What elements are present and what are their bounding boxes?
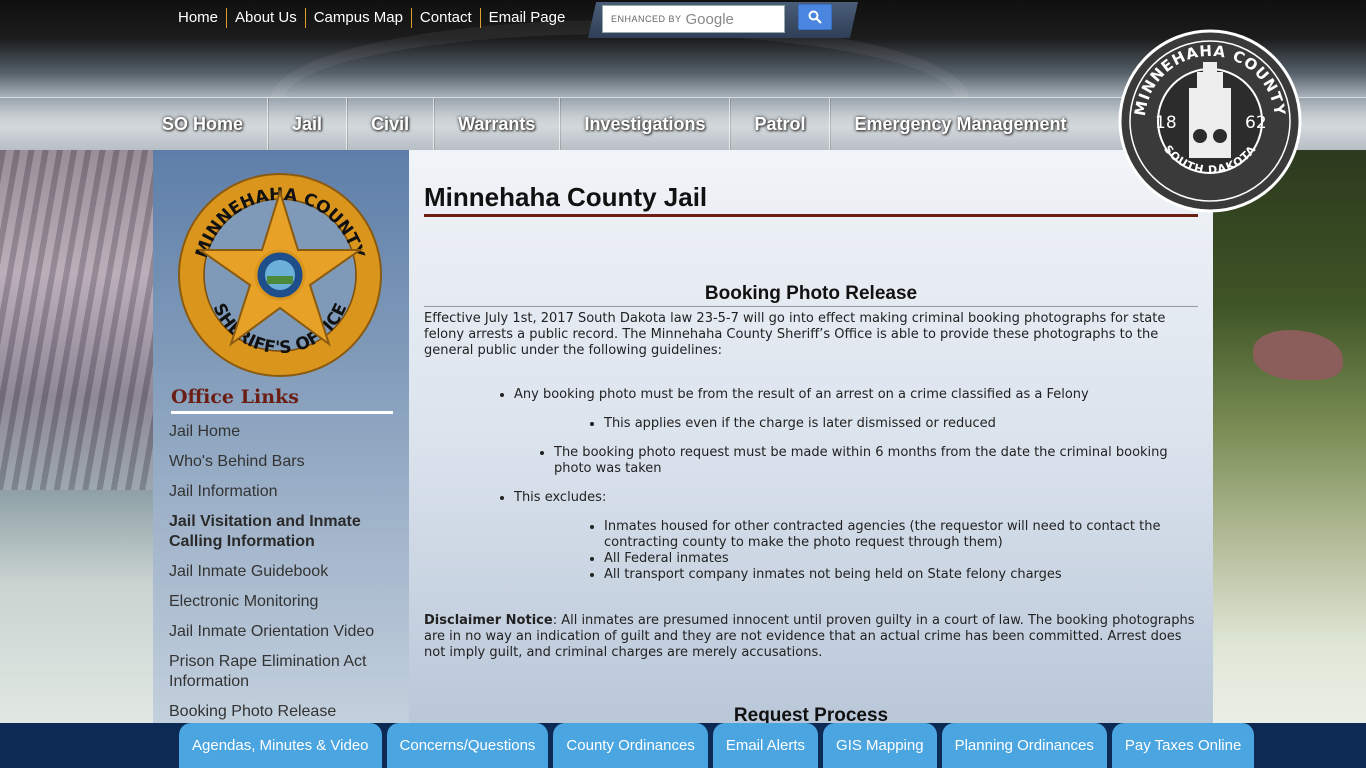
sidebar-item-booking-photo-release[interactable]: Booking Photo Release bbox=[169, 702, 399, 722]
nav-item-emergency-management[interactable]: Emergency Management bbox=[830, 98, 1090, 151]
quick-link-gis-mapping[interactable]: GIS Mapping bbox=[823, 723, 937, 768]
search-icon bbox=[808, 10, 822, 24]
search-enhanced-label: ENHANCED BY bbox=[611, 14, 682, 24]
intro-paragraph: Effective July 1st, 2017 South Dakota la… bbox=[424, 311, 1166, 358]
nav-item-so-home[interactable]: SO Home bbox=[138, 98, 269, 151]
exclude-transport-inmates: All transport company inmates not being … bbox=[604, 567, 1062, 582]
office-links-list: Jail Home Who's Behind Bars Jail Informa… bbox=[169, 422, 399, 732]
list-item: Jail Visitation and Inmate Calling Infor… bbox=[169, 512, 399, 552]
quick-link-pay-taxes[interactable]: Pay Taxes Online bbox=[1111, 723, 1255, 768]
list-item: Electronic Monitoring bbox=[169, 592, 399, 612]
nav-item-warrants[interactable]: Warrants bbox=[434, 98, 561, 151]
guideline-felony: Any booking photo must be from the resul… bbox=[514, 387, 1089, 402]
guideline-felony-sub: This applies even if the charge is later… bbox=[604, 416, 996, 431]
section-heading-booking-photo-release: Booking Photo Release bbox=[424, 283, 1198, 307]
main-content: Minnehaha County Jail Booking Photo Rele… bbox=[409, 150, 1213, 725]
list-item: Jail Information bbox=[169, 482, 399, 502]
top-link-about-us[interactable]: About Us bbox=[226, 8, 305, 28]
sidebar-item-orientation-video[interactable]: Jail Inmate Orientation Video bbox=[169, 622, 399, 642]
disclaimer-label: Disclaimer Notice bbox=[424, 613, 553, 628]
top-link-home[interactable]: Home bbox=[170, 8, 226, 28]
sidebar-item-electronic-monitoring[interactable]: Electronic Monitoring bbox=[169, 592, 399, 612]
list-item: Jail Inmate Guidebook bbox=[169, 562, 399, 582]
top-link-email-page[interactable]: Email Page bbox=[479, 8, 574, 28]
list-item: This applies even if the charge is later… bbox=[604, 416, 1198, 432]
background-scenery-right bbox=[1213, 150, 1366, 768]
list-item: All transport company inmates not being … bbox=[604, 567, 1198, 583]
utility-nav: Home About Us Campus Map Contact Email P… bbox=[170, 8, 573, 28]
guideline-six-months: The booking photo request must be made w… bbox=[554, 445, 1168, 476]
disclaimer-notice: Disclaimer Notice: All inmates are presu… bbox=[424, 613, 1198, 661]
nav-item-investigations[interactable]: Investigations bbox=[560, 98, 731, 151]
list-item: Who's Behind Bars bbox=[169, 452, 399, 472]
exclude-contracted-agencies: Inmates housed for other contracted agen… bbox=[604, 519, 1161, 550]
list-item: The booking photo request must be made w… bbox=[554, 445, 1198, 477]
sheriff-badge-logo: MINNEHAHA COUNTY SHERIFF'S OFFICE bbox=[178, 173, 382, 377]
exclude-federal-inmates: All Federal inmates bbox=[604, 551, 729, 566]
list-item: This excludes: Inmates housed for other … bbox=[514, 490, 1198, 583]
nav-link-jail[interactable]: Jail bbox=[292, 114, 322, 135]
quick-links-bar: Agendas, Minutes & Video Concerns/Questi… bbox=[0, 723, 1366, 768]
quick-link-email-alerts[interactable]: Email Alerts bbox=[712, 723, 819, 768]
top-link-campus-map[interactable]: Campus Map bbox=[304, 8, 411, 28]
list-item: All Federal inmates bbox=[604, 551, 1198, 567]
background-scenery-left bbox=[0, 150, 153, 768]
office-links-heading: Office Links bbox=[171, 386, 393, 414]
section-heading-request-process: Request Process bbox=[733, 705, 889, 725]
search-brand-label: Google bbox=[685, 10, 734, 28]
guidelines-list: Any booking photo must be from the resul… bbox=[424, 387, 1198, 583]
nav-link-civil[interactable]: Civil bbox=[371, 114, 409, 135]
search-input[interactable]: ENHANCED BY Google bbox=[602, 5, 785, 33]
nav-item-patrol[interactable]: Patrol bbox=[730, 98, 831, 151]
quick-link-concerns[interactable]: Concerns/Questions bbox=[386, 723, 549, 768]
sidebar-item-jail-information[interactable]: Jail Information bbox=[169, 482, 399, 502]
list-item: Jail Home bbox=[169, 422, 399, 442]
list-item: Any booking photo must be from the resul… bbox=[514, 387, 1198, 477]
nav-item-civil[interactable]: Civil bbox=[347, 98, 435, 151]
county-seal-logo[interactable]: MINNEHAHA COUNTY SOUTH DAKOTA 18 62 bbox=[1117, 28, 1303, 214]
top-link-contact[interactable]: Contact bbox=[410, 8, 480, 28]
list-item: Prison Rape Elimination Act Information bbox=[169, 652, 399, 692]
guideline-excludes: This excludes: bbox=[514, 490, 607, 505]
sidebar-item-whos-behind-bars[interactable]: Who's Behind Bars bbox=[169, 452, 399, 472]
nav-link-patrol[interactable]: Patrol bbox=[754, 114, 805, 135]
search-button[interactable] bbox=[798, 4, 832, 30]
svg-text:62: 62 bbox=[1245, 113, 1267, 133]
sidebar-item-jail-inmate-guidebook[interactable]: Jail Inmate Guidebook bbox=[169, 562, 399, 582]
list-item: Booking Photo Release bbox=[169, 702, 399, 722]
quick-link-planning-ordinances[interactable]: Planning Ordinances bbox=[941, 723, 1107, 768]
nav-item-jail[interactable]: Jail bbox=[268, 98, 348, 151]
nav-link-so-home[interactable]: SO Home bbox=[162, 114, 243, 135]
sidebar: MINNEHAHA COUNTY SHERIFF'S OFFICE Office… bbox=[153, 150, 409, 725]
sidebar-item-jail-visitation[interactable]: Jail Visitation and Inmate Calling Infor… bbox=[169, 512, 399, 552]
nav-link-warrants[interactable]: Warrants bbox=[458, 114, 535, 135]
nav-link-emergency-management[interactable]: Emergency Management bbox=[854, 114, 1066, 135]
quick-link-agendas[interactable]: Agendas, Minutes & Video bbox=[179, 723, 382, 768]
nav-link-investigations[interactable]: Investigations bbox=[584, 114, 705, 135]
page-title: Minnehaha County Jail bbox=[424, 182, 1198, 217]
list-item: Jail Inmate Orientation Video bbox=[169, 622, 399, 642]
svg-text:18: 18 bbox=[1155, 113, 1177, 133]
list-item: Inmates housed for other contracted agen… bbox=[604, 519, 1198, 551]
quick-link-county-ordinances[interactable]: County Ordinances bbox=[553, 723, 708, 768]
sidebar-item-prea-information[interactable]: Prison Rape Elimination Act Information bbox=[169, 652, 399, 692]
sidebar-item-jail-home[interactable]: Jail Home bbox=[169, 422, 399, 442]
